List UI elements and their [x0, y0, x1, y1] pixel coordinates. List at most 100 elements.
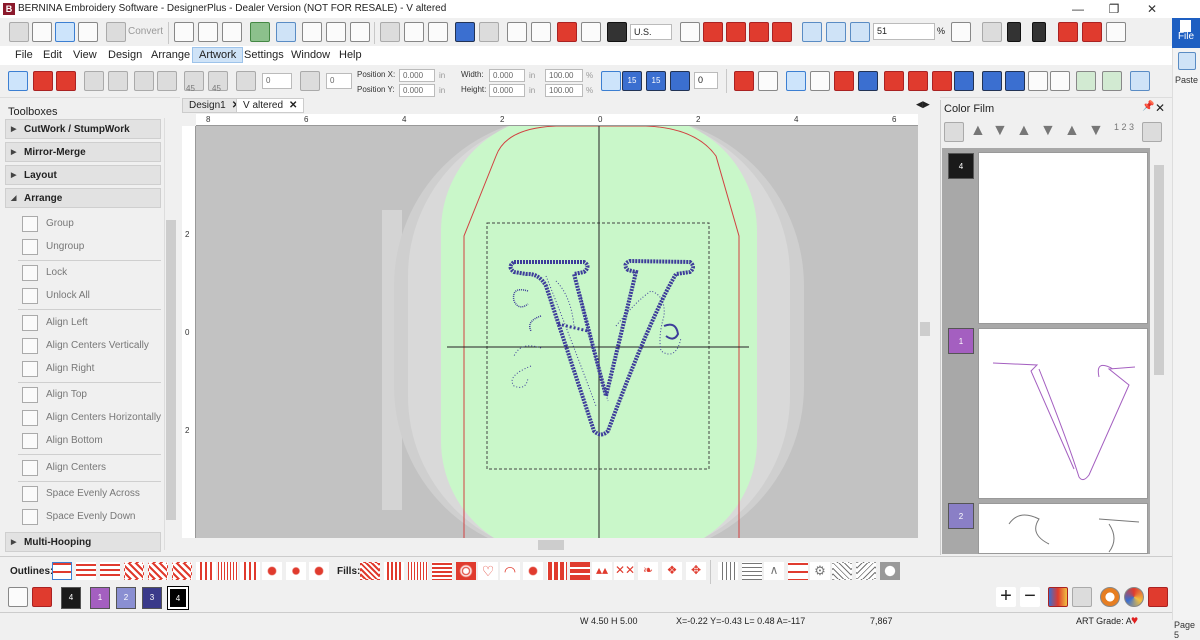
background-color-icon[interactable] [680, 22, 700, 42]
stitch-player-icon[interactable] [982, 22, 1002, 42]
file-tab-button[interactable]: File [1172, 18, 1200, 48]
color-palette-icon[interactable] [1124, 587, 1144, 607]
thread-chart-icon[interactable] [1048, 587, 1068, 607]
menu-arrange[interactable]: Arrange [151, 49, 190, 61]
color-film-thumbnail[interactable] [978, 152, 1148, 324]
height-input[interactable]: 0.000 [489, 84, 525, 97]
width-input[interactable]: 0.000 [489, 69, 525, 82]
fill-lines[interactable] [742, 562, 762, 580]
star-shape-icon[interactable] [884, 71, 904, 91]
artwork-canvas-icon[interactable] [55, 22, 75, 42]
node-edit-icon[interactable] [786, 71, 806, 91]
tool-align-right[interactable]: Align Right [22, 359, 162, 379]
fill-grid[interactable] [570, 562, 590, 580]
paste-small-icon[interactable] [428, 22, 448, 42]
mirror-horizontal-icon[interactable] [134, 71, 154, 91]
move-down-icon[interactable]: ▼ [1040, 122, 1056, 140]
fill-contour[interactable] [432, 562, 452, 580]
zoom-search-icon[interactable] [850, 22, 870, 42]
open-folder-icon[interactable] [222, 22, 242, 42]
palette-color-current[interactable]: 4 [167, 586, 189, 610]
close-tab-icon[interactable]: ✕ [289, 100, 297, 111]
rotate-free-icon[interactable] [670, 71, 690, 91]
print-icon[interactable] [276, 22, 296, 42]
outline-satin-2[interactable] [148, 562, 168, 580]
minimize-button[interactable]: — [1060, 0, 1096, 18]
tab-scroll-arrows-icon[interactable]: ◀▶ [916, 99, 930, 110]
remove-color-icon[interactable]: − [1020, 586, 1040, 607]
canvas-horizontal-scroll-thumb[interactable] [538, 540, 564, 550]
outline-pattern[interactable] [309, 562, 329, 580]
cut-icon[interactable] [380, 22, 400, 42]
close-panel-icon[interactable]: ✕ [1155, 101, 1165, 115]
thread-colors-icon[interactable] [1082, 22, 1102, 42]
fill-globe[interactable] [880, 562, 900, 580]
fill-sketch[interactable] [718, 562, 738, 580]
pinwheel-icon[interactable] [749, 22, 769, 42]
stitch-icon[interactable] [557, 22, 577, 42]
tab-v-altered[interactable]: V altered ✕ [236, 98, 305, 113]
tool-align-centers-vertically[interactable]: Align Centers Vertically [22, 336, 162, 356]
pan-hand-icon[interactable] [951, 22, 971, 42]
palette-color-4[interactable]: 4 [61, 587, 81, 609]
skew-icon[interactable] [300, 71, 320, 91]
calendar-grid-icon[interactable] [1050, 71, 1070, 91]
fill-knot[interactable]: ❧ [638, 562, 658, 580]
toolboxes-scroll-thumb[interactable] [166, 220, 176, 520]
settings-gear-icon[interactable] [581, 22, 601, 42]
shape-outline-icon[interactable] [810, 71, 830, 91]
tool-align-left[interactable]: Align Left [22, 313, 162, 333]
fill-red-line[interactable] [788, 562, 808, 580]
tool-group[interactable]: Group [22, 214, 162, 234]
fill-diagonal[interactable] [832, 562, 852, 580]
magic-wand-icon[interactable] [531, 22, 551, 42]
tool-unlock-all[interactable]: Unlock All [22, 286, 162, 306]
outline-stemstitch[interactable] [100, 562, 120, 580]
menu-file[interactable]: File [15, 49, 33, 61]
fill-pattern-icon[interactable] [834, 71, 854, 91]
menu-window[interactable]: Window [291, 49, 330, 61]
hoop-layout-icon[interactable] [78, 22, 98, 42]
menu-artwork[interactable]: Artwork [192, 47, 244, 63]
fill-spiral[interactable]: ◠ [500, 562, 520, 580]
tools-icon[interactable] [607, 22, 627, 42]
toolbox-arrange[interactable]: ◢ Arrange [5, 188, 161, 208]
play-sequence-icon[interactable] [1130, 71, 1150, 91]
position-y-input[interactable]: 0.000 [399, 84, 435, 97]
menu-view[interactable]: View [73, 49, 97, 61]
move-last-icon[interactable]: ▼ [992, 122, 1008, 140]
transform-tool-icon[interactable] [858, 71, 878, 91]
outline-satin[interactable] [124, 562, 144, 580]
fill-step[interactable] [360, 562, 380, 580]
previous-icon[interactable] [1007, 22, 1021, 42]
copy-icon[interactable] [404, 22, 424, 42]
design-window-icon[interactable] [32, 22, 52, 42]
units-select[interactable]: U.S. [630, 24, 672, 40]
table-icon[interactable] [1005, 71, 1025, 91]
export-icon[interactable] [302, 22, 322, 42]
fill-radial[interactable] [456, 562, 476, 580]
paste-icon[interactable] [1178, 52, 1196, 70]
outline-candlewick[interactable] [262, 562, 282, 580]
puzzle-icon[interactable] [908, 71, 928, 91]
color-sequence-icon[interactable] [1058, 22, 1078, 42]
convert-button[interactable]: Convert [128, 26, 163, 37]
fill-heart[interactable]: ♡ [478, 562, 498, 580]
zoom-input[interactable]: 51 [873, 23, 935, 40]
thread-spool-icon[interactable] [1148, 587, 1168, 607]
scale-y-input[interactable]: 100.00 [545, 84, 583, 97]
convert-icon[interactable] [106, 22, 126, 42]
eyedropper-icon[interactable] [8, 587, 28, 607]
color-film-thumbnail[interactable] [978, 328, 1148, 499]
fill-checker[interactable] [547, 562, 567, 580]
pin-icon[interactable]: 📌 [1142, 101, 1154, 112]
print-preview-icon[interactable] [350, 22, 370, 42]
move-top-icon[interactable]: ▲ [1064, 122, 1080, 140]
position-x-input[interactable]: 0.000 [399, 69, 435, 82]
rotate-15-left-icon[interactable]: 15 [622, 71, 642, 91]
zoom-actual-icon[interactable] [802, 22, 822, 42]
tool-space-evenly-across[interactable]: Space Evenly Across [22, 484, 162, 504]
outline-triple-stitch[interactable] [76, 562, 96, 580]
tool-lock[interactable]: Lock [22, 263, 162, 283]
tool-ungroup[interactable]: Ungroup [22, 237, 162, 257]
